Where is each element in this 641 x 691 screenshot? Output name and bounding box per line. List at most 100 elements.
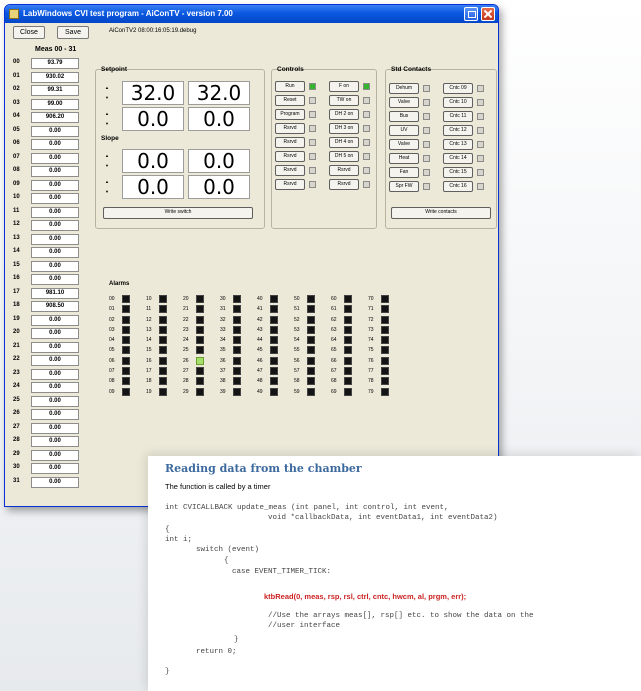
alarm-row: 51 [294,305,324,315]
control-button[interactable]: DH 4 on [329,137,359,148]
contact-button[interactable]: Cntc 09 [443,83,473,94]
down-arrow-icon[interactable]: ▼ [105,121,109,126]
alarm-label: 26 [183,357,189,364]
alarm-indicator [159,305,167,314]
meas-list: 00 93.79 01 930.02 02 99.31 03 99.00 04 906.20 05 0… [13,58,83,490]
alarm-label: 70 [368,296,374,302]
contact-led [477,113,484,120]
alarm-label: 64 [331,337,337,344]
alarm-indicator [196,295,204,303]
write-contacts-button[interactable]: Write contacts [391,207,491,219]
contact-button[interactable]: Fan [389,167,419,178]
controls-group [271,69,377,229]
alarm-indicator [307,356,315,365]
control-button[interactable]: Rsrvd [275,165,305,176]
contact-button[interactable]: UV [389,125,419,136]
down-arrow-icon[interactable]: ▼ [105,163,109,168]
contact-button[interactable]: Dehum [389,83,419,94]
alarm-label: 01 [109,306,115,313]
restore-button[interactable] [464,7,478,21]
up-arrow-icon[interactable]: ▲ [105,111,109,116]
control-button[interactable]: Rsrvd [275,123,305,134]
meas-label: 04 [13,113,20,119]
alarm-label: 02 [109,316,115,323]
contact-button[interactable]: Cntc 16 [443,181,473,192]
contact-button[interactable]: Heat [389,153,419,164]
contact-button[interactable]: Cntc 12 [443,125,473,136]
contact-button[interactable]: Cntc 10 [443,97,473,108]
alarm-label: 24 [183,337,189,344]
control-button[interactable]: Rsrvd [275,151,305,162]
meas-value: 0.00 [31,368,79,380]
window-title: LabWindows CVI test program - AiConTV - … [23,9,233,18]
alarm-label: 16 [146,357,152,364]
meas-label: 10 [13,194,20,200]
close-button[interactable]: Close [13,26,45,39]
alarm-indicator [270,387,278,396]
control-button[interactable]: Rsrvd [329,165,359,176]
contact-button[interactable]: Spr FW [389,181,419,192]
control-button[interactable]: Run [275,81,305,92]
alarm-label: 53 [294,326,300,333]
contact-led [477,155,484,162]
window-close-button[interactable] [481,7,495,21]
code-line: { [165,526,170,534]
control-led [309,153,316,160]
up-arrow-icon[interactable]: ▲ [105,179,109,184]
control-led [309,111,316,118]
alarm-column: 50 51 52 53 54 55 56 57 58 59 [294,295,324,398]
control-led [309,97,316,104]
write-switch-button[interactable]: Write switch [103,207,253,219]
up-arrow-icon[interactable]: ▲ [105,85,109,90]
meas-row: 29 0.00 [13,449,83,464]
alarm-label: 39 [220,388,226,395]
slope-display: 0.0 [122,175,184,199]
alarm-row: 50 [294,295,324,305]
alarm-row: 76 [368,356,398,367]
alarm-row: 15 [146,346,176,356]
down-arrow-icon[interactable]: ▼ [105,189,109,194]
control-button[interactable]: TW on [329,95,359,106]
alarm-label: 59 [294,388,300,395]
contact-led [423,127,430,134]
meas-value: 0.00 [31,314,79,326]
meas-row: 03 99.00 [13,98,83,113]
control-button[interactable]: Rsrvd [275,179,305,190]
control-button[interactable]: Rsrvd [275,137,305,148]
contact-button[interactable]: Cntc 14 [443,153,473,164]
control-button[interactable]: DH 5 on [329,151,359,162]
setpoint-title: Setpoint [101,66,127,73]
contact-button[interactable]: Cntc 13 [443,139,473,150]
meas-value: 93.79 [31,58,79,69]
alarm-row: 52 [294,315,324,326]
alarm-row: 20 [183,295,213,305]
meas-value: 0.00 [31,382,79,393]
meas-value: 0.00 [31,260,79,272]
control-button[interactable]: DH 3 on [329,123,359,134]
alarm-indicator [307,387,315,396]
control-led [363,97,370,104]
contact-button[interactable]: Cntc 15 [443,167,473,178]
control-button[interactable]: F on [329,81,359,92]
alarm-row: 33 [220,325,250,336]
alarm-row: 41 [257,305,287,315]
contact-button[interactable]: Valve [389,97,419,108]
control-button[interactable]: Reset [275,95,305,106]
control-button[interactable]: DH 2 on [329,109,359,120]
down-arrow-icon[interactable]: ▼ [105,95,109,100]
meas-value: 0.00 [31,166,79,177]
alarm-indicator [233,367,241,376]
contact-button[interactable]: Cntc 11 [443,111,473,122]
alarm-row: 06 [109,356,139,367]
alarm-row: 68 [331,377,361,387]
alarm-row: 16 [146,356,176,367]
contact-button[interactable]: Bus [389,111,419,122]
alarm-indicator [344,315,352,324]
control-button[interactable]: Program [275,109,305,120]
alarm-label: 10 [146,296,152,302]
alarm-indicator [122,325,130,334]
save-button[interactable]: Save [57,26,89,39]
control-button[interactable]: Rsrvd [329,179,359,190]
up-arrow-icon[interactable]: ▲ [105,153,109,158]
contact-button[interactable]: Valve [389,139,419,150]
